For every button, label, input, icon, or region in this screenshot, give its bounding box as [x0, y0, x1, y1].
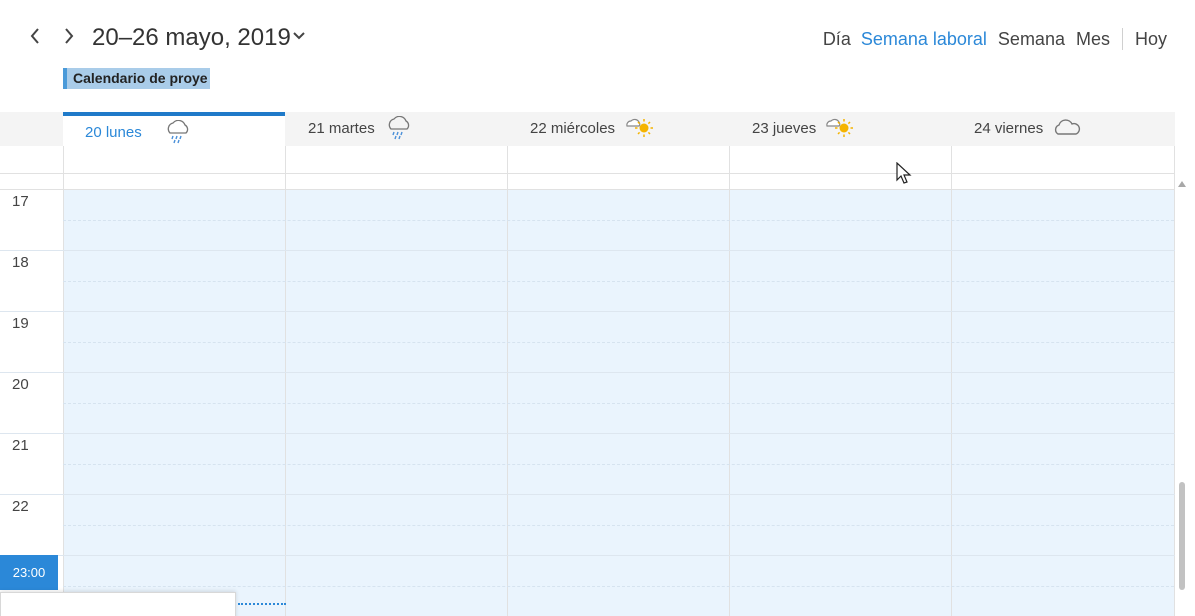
half-hour-line: [63, 281, 1174, 282]
partly-sunny-icon: [826, 118, 853, 137]
time-indicator-dotted-line: [238, 603, 286, 605]
partly-sunny-icon: [626, 118, 653, 137]
hour-label: 21: [12, 437, 29, 454]
day-header-wednesday[interactable]: 22 miércoles: [508, 112, 730, 146]
chevron-right-icon: [65, 28, 74, 44]
rain-icon: [388, 116, 410, 140]
hour-line: [0, 311, 1175, 312]
popup-panel[interactable]: [0, 592, 236, 616]
hour-line: [0, 372, 1175, 373]
scrollbar-thumb[interactable]: [1179, 482, 1185, 590]
hour-line: [0, 555, 1175, 556]
half-hour-line: [63, 220, 1174, 221]
hour-label: 20: [12, 376, 29, 393]
date-range-title[interactable]: 20–26 mayo, 2019: [92, 22, 291, 54]
chevron-left-icon: [30, 28, 39, 44]
view-day-button[interactable]: Día: [823, 29, 851, 50]
date-picker-toggle[interactable]: [289, 26, 309, 46]
scroll-up-arrow-icon[interactable]: [1177, 178, 1187, 190]
half-hour-line: [63, 464, 1174, 465]
cloud-icon: [1054, 119, 1081, 135]
all-day-row[interactable]: [0, 146, 1175, 174]
hour-line: [0, 250, 1175, 251]
rain-icon: [167, 120, 189, 144]
view-switcher: Día Semana laboral Semana Mes Hoy: [823, 28, 1167, 50]
vertical-scrollbar[interactable]: [1177, 178, 1187, 616]
column-divider: [951, 146, 952, 616]
day-label: 20 lunes: [85, 124, 142, 141]
previous-week-button[interactable]: [22, 22, 48, 50]
current-time-badge: 23:00: [0, 555, 58, 590]
hour-label: 19: [12, 315, 29, 332]
day-header-friday[interactable]: 24 viernes: [952, 112, 1174, 146]
half-hour-line: [63, 342, 1174, 343]
next-week-button[interactable]: [56, 22, 82, 50]
half-hour-line: [63, 525, 1174, 526]
hour-line: [0, 494, 1175, 495]
mouse-cursor-icon: [896, 162, 912, 184]
day-label: 23 jueves: [752, 120, 817, 137]
column-divider: [507, 146, 508, 616]
day-header-monday[interactable]: 20 lunes: [63, 112, 285, 146]
hour-line: [0, 433, 1175, 434]
view-divider: [1121, 28, 1123, 50]
view-week-button[interactable]: Semana: [998, 29, 1065, 50]
half-hour-line: [63, 586, 1174, 587]
day-label: 24 viernes: [974, 120, 1044, 137]
chevron-down-icon: [293, 32, 305, 40]
view-work-week-button[interactable]: Semana laboral: [861, 29, 987, 50]
column-divider: [63, 146, 64, 616]
view-month-button[interactable]: Mes: [1076, 29, 1110, 50]
day-label: 22 miércoles: [530, 120, 616, 137]
day-label: 21 martes: [308, 120, 375, 137]
column-divider: [285, 146, 286, 616]
half-hour-line: [63, 403, 1174, 404]
day-header-thursday[interactable]: 23 jueves: [730, 112, 952, 146]
column-divider: [729, 146, 730, 616]
today-button[interactable]: Hoy: [1135, 29, 1167, 50]
hour-label: 17: [12, 193, 29, 210]
day-header-tuesday[interactable]: 21 martes: [286, 112, 508, 146]
calendar-chip[interactable]: Calendario de proye: [63, 68, 210, 89]
hour-label: 18: [12, 254, 29, 271]
column-divider: [1174, 146, 1175, 616]
hour-label: 22: [12, 498, 29, 515]
